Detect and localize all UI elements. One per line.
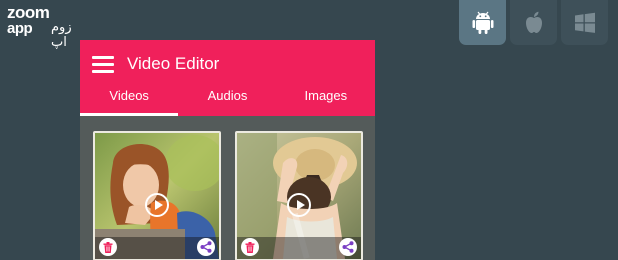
hamburger-menu-icon[interactable]	[92, 56, 114, 74]
zoomapp-logo: zoom app زوم اپ	[7, 3, 77, 50]
platform-switcher	[459, 0, 608, 45]
android-icon	[472, 11, 493, 34]
tab-images[interactable]: Images	[277, 80, 375, 116]
platform-apple-button[interactable]	[510, 0, 557, 45]
app-bar: Video Editor Videos Audios Images	[80, 40, 375, 116]
tab-videos[interactable]: Videos	[80, 80, 179, 116]
card-action-bar	[95, 237, 219, 259]
video-card[interactable]	[235, 131, 363, 260]
tab-bar: Videos Audios Images	[80, 80, 375, 116]
trash-icon	[245, 241, 255, 253]
video-grid	[93, 131, 363, 260]
share-icon	[342, 241, 354, 253]
delete-button[interactable]	[99, 238, 117, 256]
play-icon[interactable]	[145, 193, 169, 217]
app-title: Video Editor	[127, 54, 220, 73]
trash-icon	[103, 241, 113, 253]
apple-icon	[525, 11, 542, 33]
play-icon[interactable]	[287, 193, 311, 217]
windows-icon	[574, 12, 595, 33]
share-button[interactable]	[197, 238, 215, 256]
share-icon	[200, 241, 212, 253]
delete-button[interactable]	[241, 238, 259, 256]
logo-text-line1: zoom	[7, 3, 50, 22]
tab-audios[interactable]: Audios	[178, 80, 276, 116]
share-button[interactable]	[339, 238, 357, 256]
logo-text-persian: زوم اپ	[51, 20, 72, 50]
platform-android-button[interactable]	[459, 0, 506, 45]
phone-screen: Video Editor Videos Audios Images	[80, 40, 375, 260]
platform-windows-button[interactable]	[561, 0, 608, 45]
card-action-bar	[237, 237, 361, 259]
video-card[interactable]	[93, 131, 221, 260]
